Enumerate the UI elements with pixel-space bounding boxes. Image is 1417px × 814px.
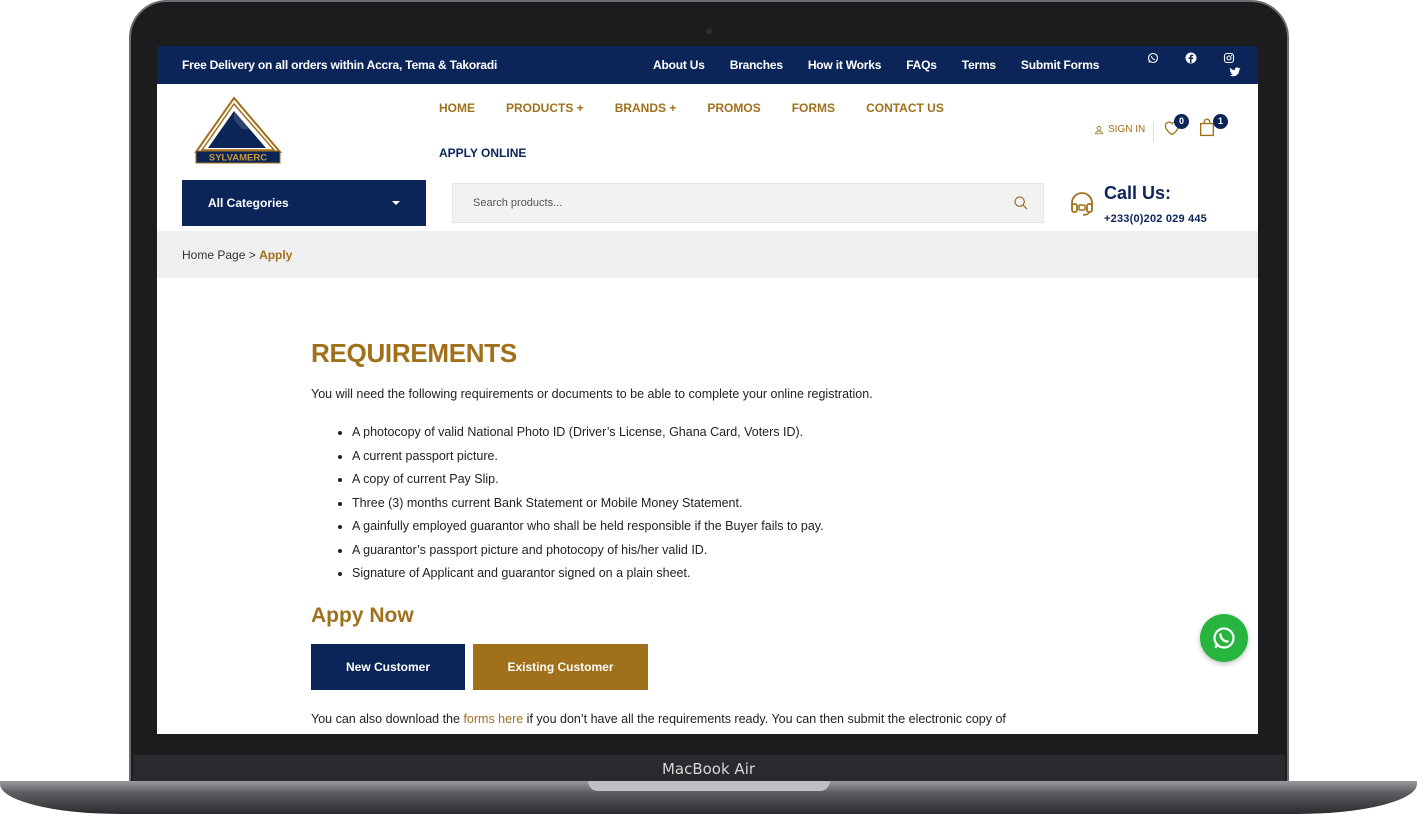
nav-promos[interactable]: PROMOS xyxy=(707,101,760,115)
top-link-terms[interactable]: Terms xyxy=(962,58,996,72)
top-link-how-it-works[interactable]: How it Works xyxy=(808,58,882,72)
breadcrumb-home[interactable]: Home Page xyxy=(182,248,245,262)
search-input[interactable] xyxy=(453,184,993,222)
apply-now-heading: Appy Now xyxy=(311,603,414,627)
nav-apply-online[interactable]: APPLY ONLINE xyxy=(439,146,526,160)
social-links xyxy=(1147,52,1235,67)
top-bar: Free Delivery on all orders within Accra… xyxy=(157,46,1258,84)
main-nav: HOME PRODUCTS + BRANDS + PROMOS FORMS CO… xyxy=(439,101,944,115)
site-header: SYLVAMERC HOME PRODUCTS + BRANDS + PROMO… xyxy=(157,84,1258,176)
header-divider xyxy=(1153,122,1154,142)
facebook-icon[interactable] xyxy=(1185,52,1197,67)
requirements-heading: REQUIREMENTS xyxy=(311,338,517,368)
nav-forms[interactable]: FORMS xyxy=(792,101,835,115)
wishlist-button[interactable]: 0 xyxy=(1163,114,1189,141)
logo-text: SYLVAMERC xyxy=(209,153,267,164)
sylvamerc-logo[interactable]: SYLVAMERC xyxy=(194,96,282,164)
user-icon xyxy=(1094,125,1104,134)
call-us-number[interactable]: +233(0)202 029 445 xyxy=(1104,213,1207,225)
wishlist-count-badge: 0 xyxy=(1174,114,1189,129)
requirements-intro: You will need the following requirements… xyxy=(311,387,873,401)
sign-in-link[interactable]: SIGN IN xyxy=(1094,124,1145,135)
list-item: A gainfully employed guarantor who shall… xyxy=(352,515,1111,539)
headset-icon xyxy=(1069,191,1095,222)
list-item: A guarantor’s passport picture and photo… xyxy=(352,539,1111,563)
list-item: A current passport picture. xyxy=(352,445,1111,469)
list-item: A photocopy of valid National Photo ID (… xyxy=(352,421,1111,445)
download-text-pre: You can also download the xyxy=(311,711,464,726)
laptop-notch xyxy=(588,781,830,791)
list-item: Signature of Applicant and guarantor sig… xyxy=(352,562,1111,586)
sign-in-label: SIGN IN xyxy=(1108,124,1146,135)
whatsapp-icon[interactable] xyxy=(1147,52,1159,67)
instagram-icon[interactable] xyxy=(1223,52,1235,67)
nav-products[interactable]: PRODUCTS + xyxy=(506,101,584,115)
cart-button[interactable]: 1 xyxy=(1199,114,1228,142)
call-us-title: Call Us: xyxy=(1104,183,1172,203)
apply-buttons: New Customer Existing Customer xyxy=(311,643,1111,690)
breadcrumb-current: Apply xyxy=(259,248,293,262)
top-nav: About Us Branches How it Works FAQs Term… xyxy=(653,58,1099,72)
requirements-list: A photocopy of valid National Photo ID (… xyxy=(352,421,1111,586)
list-item: A copy of current Pay Slip. xyxy=(352,468,1111,492)
delivery-promo: Free Delivery on all orders within Accra… xyxy=(182,58,498,72)
all-categories-dropdown[interactable]: All Categories xyxy=(182,180,426,226)
download-forms-text: You can also download the forms here if … xyxy=(311,712,1111,726)
download-text-post: if you don’t have all the requirements r… xyxy=(523,711,1006,726)
camera-dot xyxy=(706,28,712,34)
top-link-faqs[interactable]: FAQs xyxy=(906,58,937,72)
browser-screen: Free Delivery on all orders within Accra… xyxy=(157,46,1258,734)
search-box xyxy=(452,183,1044,223)
device-label: MacBook Air xyxy=(661,760,756,778)
forms-here-link[interactable]: forms here xyxy=(463,712,523,726)
list-item: Three (3) months current Bank Statement … xyxy=(352,492,1111,516)
chevron-down-icon xyxy=(392,201,400,205)
nav-home[interactable]: HOME xyxy=(439,101,475,115)
new-customer-button[interactable]: New Customer xyxy=(311,643,465,690)
twitter-icon[interactable] xyxy=(1229,67,1241,81)
whatsapp-icon xyxy=(1213,627,1235,649)
top-link-submit-forms[interactable]: Submit Forms xyxy=(1021,58,1099,72)
top-link-branches[interactable]: Branches xyxy=(730,58,783,72)
search-icon[interactable] xyxy=(1013,195,1029,216)
breadcrumb: Home Page > Apply xyxy=(157,231,1258,278)
existing-customer-button[interactable]: Existing Customer xyxy=(473,643,648,690)
whatsapp-chat-button[interactable] xyxy=(1200,614,1248,662)
breadcrumb-separator: > xyxy=(245,248,260,262)
cart-count-badge: 1 xyxy=(1213,114,1228,129)
nav-contact-us[interactable]: CONTACT US xyxy=(866,101,944,115)
nav-brands[interactable]: BRANDS + xyxy=(615,101,677,115)
top-link-about[interactable]: About Us xyxy=(653,58,705,72)
main-content: REQUIREMENTS You will need the following… xyxy=(311,338,1111,726)
all-categories-label: All Categories xyxy=(208,196,289,210)
